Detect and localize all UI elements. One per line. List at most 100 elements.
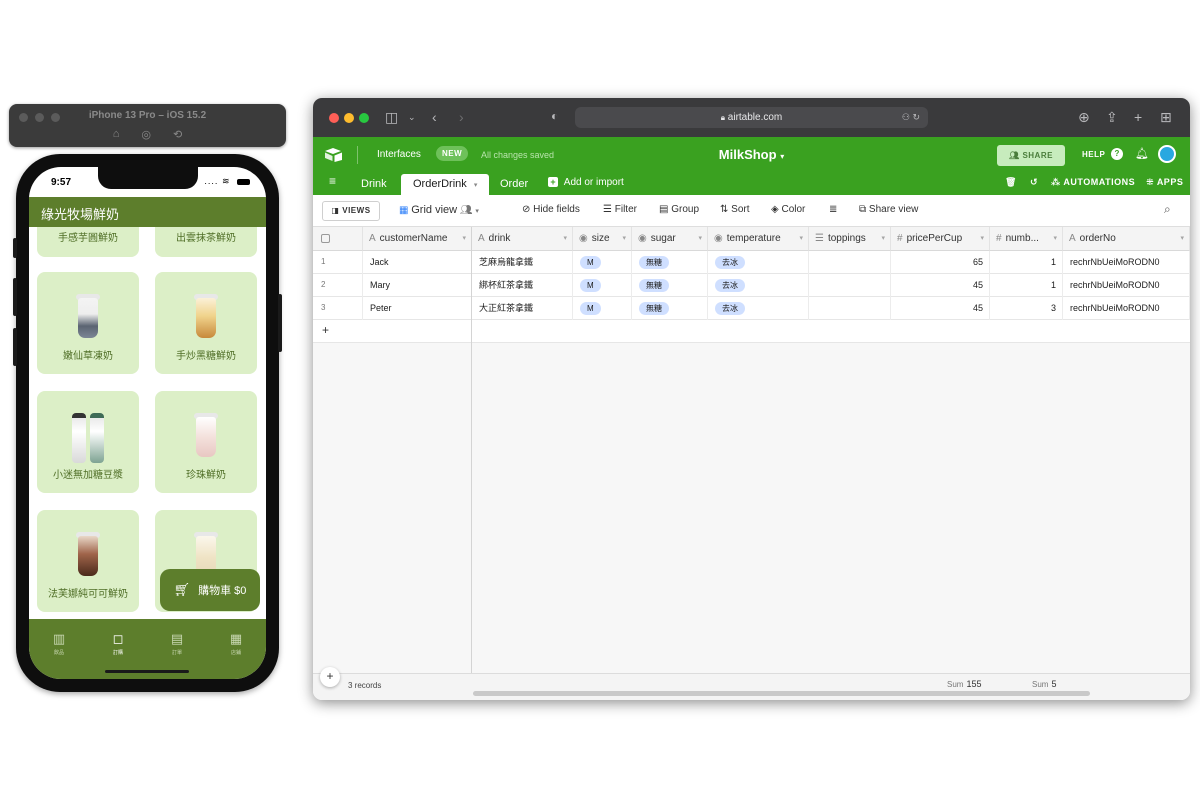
share-view-button[interactable]: ⧉ Share view: [859, 204, 918, 215]
add-record-button[interactable]: +: [320, 667, 340, 687]
cell-size[interactable]: M: [573, 297, 632, 320]
new-tab-icon[interactable]: +: [1134, 109, 1142, 125]
cell-sugar[interactable]: 無糖: [632, 297, 708, 320]
chevron-down-icon[interactable]: ▾: [462, 227, 466, 250]
product-card[interactable]: 手炒黑糖鮮奶: [155, 272, 257, 374]
sidebar-icon[interactable]: ◫: [385, 109, 398, 126]
row-height-button[interactable]: ≣: [829, 204, 837, 215]
table-row[interactable]: 3 Peter 大正紅茶拿鐵 M 無糖 去冰 45 3 rechrNbUeiMo…: [313, 297, 1190, 320]
group-button[interactable]: ▤ Group: [659, 204, 699, 215]
cell-drink[interactable]: 芝麻烏龍拿鐵: [472, 251, 573, 274]
avatar[interactable]: [1158, 145, 1176, 163]
cell-temperature[interactable]: 去冰: [708, 274, 809, 297]
apps-button[interactable]: ⁜ APPS: [1146, 177, 1183, 187]
column-header-number[interactable]: # numb... ▾: [990, 227, 1063, 251]
cell-pricePerCup[interactable]: 45: [891, 274, 990, 297]
product-card[interactable]: 手感芋圓鮮奶: [37, 227, 139, 257]
views-button[interactable]: ◨ VIEWS: [322, 201, 380, 221]
column-header-size[interactable]: ◉ size ▾: [573, 227, 632, 251]
product-card[interactable]: 珍珠鮮奶: [155, 391, 257, 493]
forward-icon[interactable]: ›: [459, 109, 464, 125]
view-switcher[interactable]: ▦ Grid view 👥︎ ▾: [399, 204, 479, 216]
hide-fields-button[interactable]: ⊘ Hide fields: [522, 204, 580, 215]
cell-sugar[interactable]: 無糖: [632, 274, 708, 297]
help-link[interactable]: HELP: [1082, 150, 1105, 159]
cell-orderNo[interactable]: rechrNbUeiMoRODN0: [1063, 297, 1190, 320]
column-header-toppings[interactable]: ☰ toppings ▾: [809, 227, 891, 251]
product-card[interactable]: 嫩仙草凍奶: [37, 272, 139, 374]
column-header-customerName[interactable]: AcustomerName ▾: [363, 227, 472, 251]
chevron-down-icon[interactable]: ▾: [881, 227, 885, 250]
tab-order[interactable]: ◻ 訂購: [98, 631, 138, 656]
color-button[interactable]: ◈ Color: [771, 204, 805, 215]
cell-sugar[interactable]: 無糖: [632, 251, 708, 274]
cell-size[interactable]: M: [573, 274, 632, 297]
share-icon[interactable]: ⇪: [1106, 109, 1118, 126]
question-icon[interactable]: ?: [1111, 148, 1123, 160]
sum-pricePerCup[interactable]: Sum 155: [947, 679, 981, 689]
filter-button[interactable]: ☰ Filter: [603, 204, 637, 215]
chevron-down-icon[interactable]: ▾: [980, 227, 984, 250]
chevron-down-icon[interactable]: ▾: [622, 227, 626, 250]
chevron-down-icon[interactable]: ▾: [1180, 227, 1184, 250]
search-icon[interactable]: ⌕: [1164, 202, 1171, 217]
add-or-import-button[interactable]: + Add or import: [548, 177, 624, 188]
shield-icon[interactable]: ◐: [551, 109, 558, 123]
select-all-checkbox[interactable]: [321, 233, 330, 243]
minimize-window-button[interactable]: [344, 113, 354, 123]
chevron-down-icon[interactable]: ▾: [799, 227, 803, 250]
trash-icon[interactable]: 🗑︎: [1005, 177, 1017, 187]
chevron-down-icon[interactable]: ⌄: [408, 112, 416, 123]
sort-button[interactable]: ⇅ Sort: [720, 204, 750, 215]
product-card[interactable]: 出雲抹茶鮮奶: [155, 227, 257, 257]
column-header-sugar[interactable]: ◉ sugar ▾: [632, 227, 708, 251]
interfaces-link[interactable]: Interfaces: [377, 149, 421, 160]
cell-temperature[interactable]: 去冰: [708, 297, 809, 320]
chevron-down-icon[interactable]: ▾: [1053, 227, 1057, 250]
cell-number[interactable]: 3: [990, 297, 1063, 320]
chevron-down-icon[interactable]: ▾: [563, 227, 567, 250]
cell-temperature[interactable]: 去冰: [708, 251, 809, 274]
cell-size[interactable]: M: [573, 251, 632, 274]
back-icon[interactable]: ‹: [432, 109, 437, 125]
cell-toppings[interactable]: [809, 297, 891, 320]
reload-icon[interactable]: ⚇ ↻: [902, 107, 920, 128]
tab-drinks[interactable]: ▥ 飲品: [39, 631, 79, 656]
cell-number[interactable]: 1: [990, 251, 1063, 274]
home-icon[interactable]: ⌂: [113, 128, 120, 141]
chevron-down-icon[interactable]: ▾: [474, 182, 478, 189]
tab-overview-icon[interactable]: ⊞: [1160, 109, 1172, 126]
base-name[interactable]: MilkShop: [719, 147, 777, 162]
close-window-button[interactable]: [329, 113, 339, 123]
product-grid[interactable]: 手感芋圓鮮奶 出雲抹茶鮮奶 嫩仙草凍奶 手炒黑糖鮮奶 小迷無加糖豆漿 珍珠鮮奶 …: [29, 227, 266, 619]
table-row[interactable]: 1 Jack 芝麻烏龍拿鐵 M 無糖 去冰 65 1 rechrNbUeiMoR…: [313, 251, 1190, 274]
menu-icon[interactable]: ≡: [329, 174, 336, 188]
history-icon[interactable]: ↺: [1030, 177, 1038, 187]
add-record-row[interactable]: +: [313, 320, 1190, 343]
download-icon[interactable]: ⊕: [1078, 109, 1090, 126]
product-card[interactable]: 小迷無加糖豆漿: [37, 391, 139, 493]
cell-orderNo[interactable]: rechrNbUeiMoRODN0: [1063, 251, 1190, 274]
home-indicator[interactable]: [105, 670, 189, 673]
zoom-window-button[interactable]: [359, 113, 369, 123]
automations-button[interactable]: ⁂ AUTOMATIONS: [1051, 177, 1138, 187]
table-row[interactable]: 2 Mary 綁杯紅茶拿鐵 M 無糖 去冰 45 1 rechrNbUeiMoR…: [313, 274, 1190, 297]
cart-button[interactable]: 🛒︎ 購物車 $0: [160, 569, 260, 611]
column-header-pricePerCup[interactable]: # pricePerCup ▾: [891, 227, 990, 251]
airtable-logo-icon[interactable]: [325, 147, 343, 162]
screenshot-icon[interactable]: ◎: [141, 128, 151, 141]
column-header-temperature[interactable]: ◉ temperature ▾: [708, 227, 809, 251]
tab-order[interactable]: Order: [488, 174, 540, 195]
cell-toppings[interactable]: [809, 274, 891, 297]
tab-store[interactable]: ▦ 店鋪: [216, 631, 256, 656]
cell-number[interactable]: 1: [990, 274, 1063, 297]
tab-drink[interactable]: Drink: [349, 174, 399, 195]
chevron-down-icon[interactable]: ▾: [698, 227, 702, 250]
address-bar[interactable]: 🔒︎ airtable.com ⚇ ↻: [575, 107, 928, 128]
cell-customerName[interactable]: Peter: [363, 297, 472, 320]
cell-orderNo[interactable]: rechrNbUeiMoRODN0: [1063, 274, 1190, 297]
rotate-icon[interactable]: ⟲: [173, 128, 182, 141]
column-header-orderNo[interactable]: AorderNo ▾: [1063, 227, 1190, 251]
cell-drink[interactable]: 大正紅茶拿鐵: [472, 297, 573, 320]
cell-pricePerCup[interactable]: 45: [891, 297, 990, 320]
